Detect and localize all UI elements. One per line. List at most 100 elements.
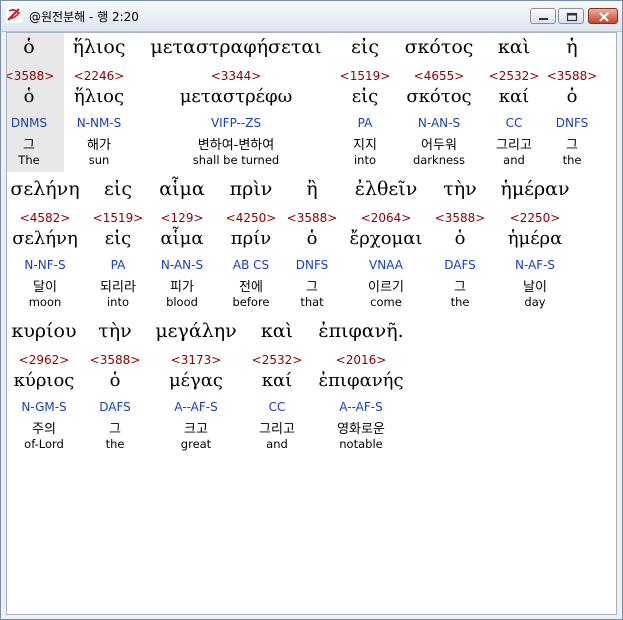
strong-number: <3588> — [89, 353, 141, 367]
lemma: εἰς — [104, 228, 132, 249]
english-gloss: into — [106, 295, 130, 309]
greek-word: μεγάλην — [155, 320, 237, 342]
english-gloss: that — [300, 295, 324, 309]
strong-number: <3588> — [434, 211, 486, 225]
korean-gloss: 주의 — [32, 422, 56, 437]
korean-gloss: 지지 — [353, 138, 377, 153]
morphology: CC — [505, 116, 523, 130]
minimize-button[interactable] — [530, 8, 556, 24]
strong-number: <1519> — [339, 69, 391, 83]
korean-gloss: 되리라 — [100, 280, 136, 295]
strong-number: <2246> — [73, 69, 125, 83]
korean-gloss: 그 — [109, 422, 121, 437]
greek-word: καὶ — [260, 320, 294, 342]
korean-gloss: 이르기 — [368, 280, 404, 295]
english-gloss: great — [180, 437, 212, 451]
korean-gloss: 변하여-변하여 — [197, 138, 275, 153]
korean-gloss: 그리고 — [496, 138, 532, 153]
strong-number: <2016> — [335, 353, 387, 367]
korean-gloss: 그 — [454, 280, 466, 295]
morphology: N-GM-S — [21, 400, 67, 414]
greek-word: πρὶν — [229, 178, 273, 200]
morphology: VNAA — [369, 258, 403, 272]
korean-gloss: 날이 — [523, 280, 547, 295]
lemma: μέγας — [168, 370, 224, 391]
english-gloss: the — [450, 295, 470, 309]
english-gloss: day — [524, 295, 546, 309]
greek-word: ὁ — [23, 36, 35, 58]
english-gloss: and — [503, 153, 525, 167]
verse-line-1: ὁ <3588> ὁ DNMS 그 The ἥλιος <2246> ἥλιος N-NM-S 해… — [7, 36, 616, 176]
strong-number: <4655> — [413, 69, 465, 83]
english-gloss: The — [18, 153, 40, 167]
english-gloss: the — [562, 153, 582, 167]
korean-gloss: 그 — [23, 138, 35, 153]
greek-word: ἡμέραν — [500, 178, 570, 200]
english-gloss: blood — [166, 295, 198, 309]
morphology: VIFP--ZS — [210, 116, 262, 130]
close-button[interactable] — [588, 8, 618, 24]
greek-word: τὴν — [98, 320, 132, 342]
strong-number: <2532> — [488, 69, 540, 83]
greek-word: κυρίου — [11, 320, 77, 342]
greek-word: μεταστραφήσεται — [150, 36, 322, 58]
english-gloss: into — [353, 153, 377, 167]
korean-gloss: 그리고 — [259, 422, 295, 437]
lemma: καί — [261, 370, 293, 391]
lemma: ὁ — [109, 370, 121, 391]
strong-number: <129> — [160, 211, 204, 225]
english-gloss: moon — [28, 295, 62, 309]
lemma: ἐπιφανής — [318, 370, 404, 391]
greek-word: ἡ — [566, 36, 578, 58]
maximize-button[interactable] — [558, 8, 584, 24]
lemma: ἡμέρα — [507, 228, 563, 249]
lemma: πρίν — [230, 228, 272, 249]
korean-gloss: 달이 — [33, 280, 57, 295]
korean-gloss: 피가 — [170, 280, 194, 295]
morphology: A--AF-S — [174, 400, 218, 414]
strong-number: <3588> — [286, 211, 338, 225]
close-icon — [599, 12, 609, 22]
english-gloss: shall be turned — [192, 153, 280, 167]
greek-word: εἰς — [351, 36, 379, 58]
greek-word: καὶ — [497, 36, 531, 58]
strong-number: <2250> — [509, 211, 561, 225]
morphology: PA — [357, 116, 373, 130]
greek-word: τὴν — [443, 178, 477, 200]
korean-gloss: 어두워 — [421, 138, 457, 153]
greek-word: σελήνη — [10, 178, 80, 200]
strong-number: <1519> — [92, 211, 144, 225]
strong-number: <3173> — [170, 353, 222, 367]
greek-word: ἐπιφανῆ. — [318, 320, 404, 342]
morphology: AB CS — [232, 258, 270, 272]
korean-gloss: 해가 — [87, 138, 111, 153]
morphology: DNFS — [555, 116, 589, 130]
lemma: μεταστρέφω — [179, 86, 293, 107]
lemma: καί — [498, 86, 530, 107]
minimize-icon — [539, 18, 548, 20]
interlinear-panel[interactable]: ὁ <3588> ὁ DNMS 그 The ἥλιος <2246> ἥλιος N-NM-S 해… — [6, 32, 617, 615]
morphology: N-NF-S — [24, 258, 66, 272]
strong-number: <4250> — [225, 211, 277, 225]
window-title: @원전분해 - 행 2:20 — [29, 10, 139, 24]
english-gloss: come — [370, 295, 402, 309]
title-bar[interactable]: @원전분해 - 행 2:20 — [1, 1, 622, 32]
strong-number: <3588> — [546, 69, 598, 83]
morphology: DAFS — [99, 400, 131, 414]
korean-gloss: 전에 — [239, 280, 263, 295]
lemma: αἷμα — [160, 228, 204, 249]
lemma: ὁ — [23, 86, 35, 107]
korean-gloss: 영화로운 — [337, 422, 385, 437]
korean-gloss: 그 — [566, 138, 578, 153]
morphology: N-AF-S — [514, 258, 556, 272]
greek-word: ἐλθεῖν — [354, 178, 418, 200]
english-gloss: notable — [339, 437, 383, 451]
english-gloss: darkness — [412, 153, 466, 167]
lemma: σκότος — [406, 86, 472, 107]
lemma: ἥλιος — [73, 86, 125, 107]
verse-line-3: κυρίου <2962> κύριος N-GM-S 주의 of-Lord τὴν <35… — [7, 320, 616, 460]
strong-number: <2962> — [18, 353, 70, 367]
app-logo-icon — [6, 7, 22, 23]
greek-word: εἰς — [104, 178, 132, 200]
strong-number: <2064> — [360, 211, 412, 225]
